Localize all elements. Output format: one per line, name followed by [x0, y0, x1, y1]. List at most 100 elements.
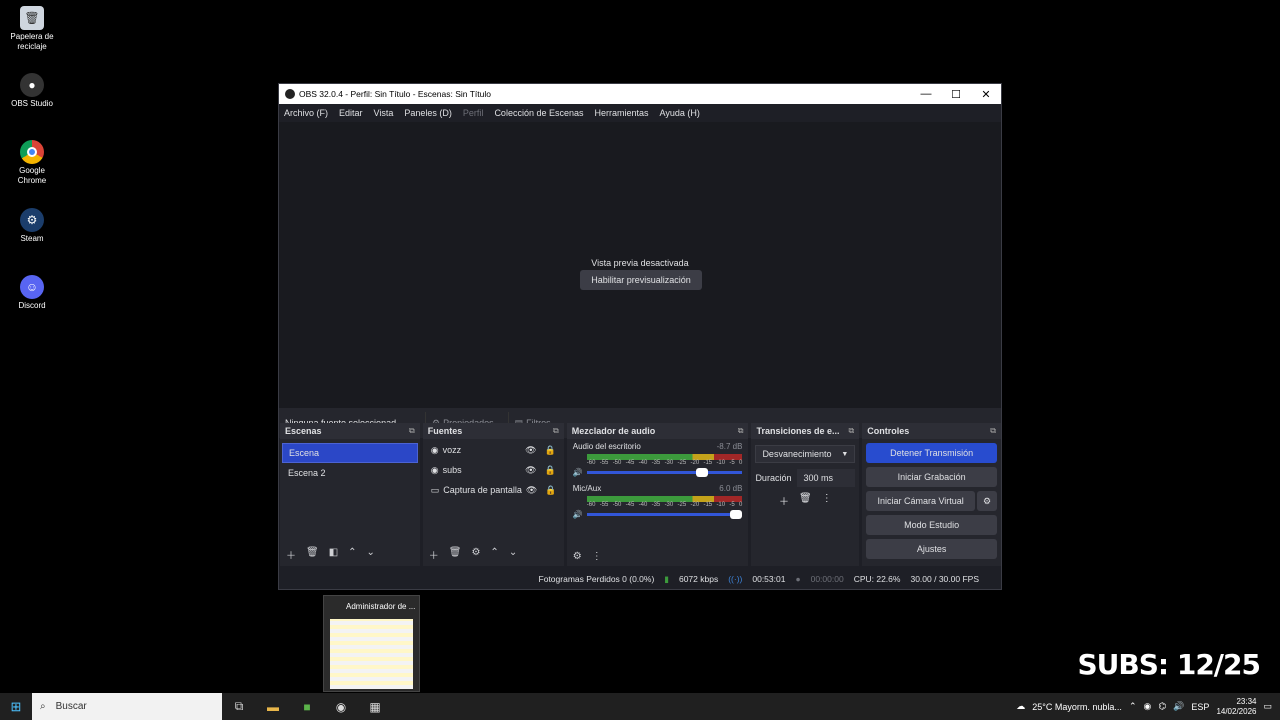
maximize-button[interactable]: ☐	[941, 88, 971, 101]
lock-icon[interactable]: 🔒	[545, 485, 556, 496]
gear-icon[interactable]: ⚙	[573, 551, 582, 562]
menu-profile[interactable]: Perfil	[463, 108, 484, 118]
filter-icon[interactable]: ◧	[329, 547, 338, 562]
desktop-icon-steam[interactable]: ⚙ Steam	[4, 208, 60, 244]
minecraft-icon[interactable]: ■	[290, 700, 324, 714]
settings-button[interactable]: Ajustes	[866, 539, 997, 559]
bitrate: 6072 kbps	[678, 574, 719, 584]
chevron-down-icon[interactable]: ⌄	[509, 547, 517, 562]
obs-icon: ●	[20, 73, 44, 97]
network-icon[interactable]: ⌬	[1158, 701, 1166, 712]
popout-icon[interactable]: ⧉	[553, 426, 559, 436]
popout-icon[interactable]: ⧉	[409, 426, 415, 436]
eye-icon[interactable]: 👁	[525, 465, 536, 476]
menu-help[interactable]: Ayuda (H)	[660, 108, 700, 118]
virtual-camera-settings-button[interactable]: ⚙	[977, 491, 997, 511]
notification-icon[interactable]: ▭	[1263, 701, 1272, 712]
menu-edit[interactable]: Editar	[339, 108, 363, 118]
chevron-down-icon: ▼	[841, 450, 849, 458]
taskbar-thumbnail-preview[interactable]: Administrador de ...	[323, 595, 420, 692]
stream-time: 00:53:01	[752, 574, 786, 584]
scene-item[interactable]: Escena 2	[282, 463, 418, 483]
task-manager-icon[interactable]: ▦	[358, 700, 392, 714]
record-time: 00:00:00	[810, 574, 844, 584]
status-bar: Fotogramas Perdidos 0 (0.0%) ▮ 6072 kbps…	[279, 569, 1001, 589]
chevron-up-icon[interactable]: ⌃	[348, 547, 356, 562]
popout-icon[interactable]: ⧉	[990, 426, 996, 436]
close-button[interactable]: ✕	[971, 88, 1001, 101]
volume-slider[interactable]	[586, 510, 743, 519]
desktop-icon-discord[interactable]: ☺ Discord	[4, 275, 60, 311]
eye-icon[interactable]: 👁	[525, 445, 536, 456]
scene-item[interactable]: Escena	[282, 443, 418, 463]
chevron-up-icon[interactable]: ⌃	[490, 547, 498, 562]
file-explorer-icon[interactable]: ▬	[256, 700, 290, 714]
source-item[interactable]: ▭ Captura de pantalla 👁 🔒	[423, 480, 564, 500]
meter-tick: -35	[651, 502, 661, 508]
lock-icon[interactable]: 🔒	[545, 465, 556, 476]
stream-icon: ((·))	[728, 574, 743, 584]
virtual-camera-button[interactable]: Iniciar Cámara Virtual	[866, 491, 975, 511]
volume-slider-knob[interactable]	[696, 468, 709, 477]
weather-text[interactable]: 25°C Mayorm. nubla...	[1032, 702, 1122, 712]
windows-start-icon[interactable]: ⊞	[0, 699, 32, 715]
menu-tools[interactable]: Herramientas	[595, 108, 649, 118]
title-bar[interactable]: OBS 32.0.4 - Perfil: Sin Título - Escena…	[279, 84, 1001, 104]
volume-slider-knob[interactable]	[730, 510, 743, 519]
meter-tick: -60	[586, 502, 596, 508]
start-recording-button[interactable]: Iniciar Grabación	[866, 467, 997, 487]
lock-icon[interactable]: 🔒	[545, 445, 556, 456]
trash-icon[interactable]: 🗑	[449, 547, 462, 562]
add-icon[interactable]: ＋	[429, 547, 439, 562]
obs-logo-icon	[285, 89, 295, 99]
menu-dots-icon[interactable]: ⋮	[592, 551, 602, 562]
trash-icon[interactable]: 🗑	[306, 547, 319, 562]
trash-icon[interactable]: 🗑	[799, 493, 812, 508]
language[interactable]: ESP	[1191, 702, 1209, 712]
popout-icon[interactable]: ⧉	[849, 426, 855, 436]
menu-dots-icon[interactable]: ⋮	[822, 493, 832, 508]
controls-dock: Controles ⧉ Detener Transmisión Iniciar G…	[862, 423, 1001, 566]
obs-taskbar-icon[interactable]: ◉	[324, 700, 358, 714]
source-item[interactable]: ◉ subs 👁 🔒	[423, 460, 564, 480]
recycle-bin-icon: 🗑	[20, 6, 44, 30]
audio-mixer-dock: Mezclador de audio ⧉ Audio del escritorio…	[566, 423, 749, 566]
dropped-frames: Fotogramas Perdidos 0 (0.0%)	[538, 574, 655, 584]
transition-select[interactable]: Desvanecimiento ▼	[755, 445, 856, 463]
stop-stream-button[interactable]: Detener Transmisión	[866, 443, 997, 463]
meter-tick: -20	[690, 460, 700, 466]
minimize-button[interactable]: —	[911, 88, 941, 101]
meter-tick: -55	[599, 460, 609, 466]
volume-icon[interactable]: 🔊	[1173, 701, 1184, 712]
desktop-icon-chrome[interactable]: Google Chrome	[4, 140, 60, 186]
menu-scene-collection[interactable]: Colección de Escenas	[494, 108, 583, 118]
desktop-icon-obs[interactable]: ● OBS Studio	[4, 73, 60, 109]
menu-docks[interactable]: Paneles (D)	[404, 108, 452, 118]
menu-view[interactable]: Vista	[374, 108, 394, 118]
add-icon[interactable]: ＋	[779, 493, 789, 508]
audio-input-icon: ◉	[430, 444, 439, 455]
task-view-icon[interactable]: ⧉	[222, 699, 256, 714]
record-tray-icon[interactable]: ◉	[1143, 701, 1151, 712]
gear-icon[interactable]: ⚙	[471, 547, 480, 562]
popout-icon[interactable]: ⧉	[738, 426, 744, 436]
weather-icon[interactable]: ☁	[1016, 701, 1025, 712]
eye-icon[interactable]: 👁	[526, 485, 537, 496]
menu-file[interactable]: Archivo (F)	[284, 108, 328, 118]
duration-input[interactable]: 300 ms	[797, 469, 856, 487]
volume-slider[interactable]	[586, 468, 743, 477]
enable-preview-button[interactable]: Habilitar previsualización	[580, 270, 702, 290]
dock-area: Escenas ⧉ Escena Escena 2 ＋ 🗑 ◧ ⌃ ⌄ Fuent…	[279, 423, 1001, 566]
add-icon[interactable]: ＋	[286, 547, 296, 562]
search-box[interactable]: ⌕ Buscar	[32, 693, 222, 720]
studio-mode-button[interactable]: Modo Estudio	[866, 515, 997, 535]
source-item[interactable]: ◉ vozz 👁 🔒	[423, 440, 564, 460]
clock[interactable]: 23:34 14/02/2026	[1216, 697, 1256, 717]
speaker-icon[interactable]: 🔊	[573, 468, 583, 477]
chevron-up-icon[interactable]: ⌃	[1129, 701, 1137, 712]
chevron-down-icon[interactable]: ⌄	[367, 547, 375, 562]
window-title: OBS 32.0.4 - Perfil: Sin Título - Escena…	[299, 89, 491, 99]
fps: 30.00 / 30.00 FPS	[910, 574, 979, 584]
desktop-icon-recycle-bin[interactable]: 🗑 Papelera de reciclaje	[4, 6, 60, 52]
speaker-icon[interactable]: 🔊	[573, 510, 583, 519]
